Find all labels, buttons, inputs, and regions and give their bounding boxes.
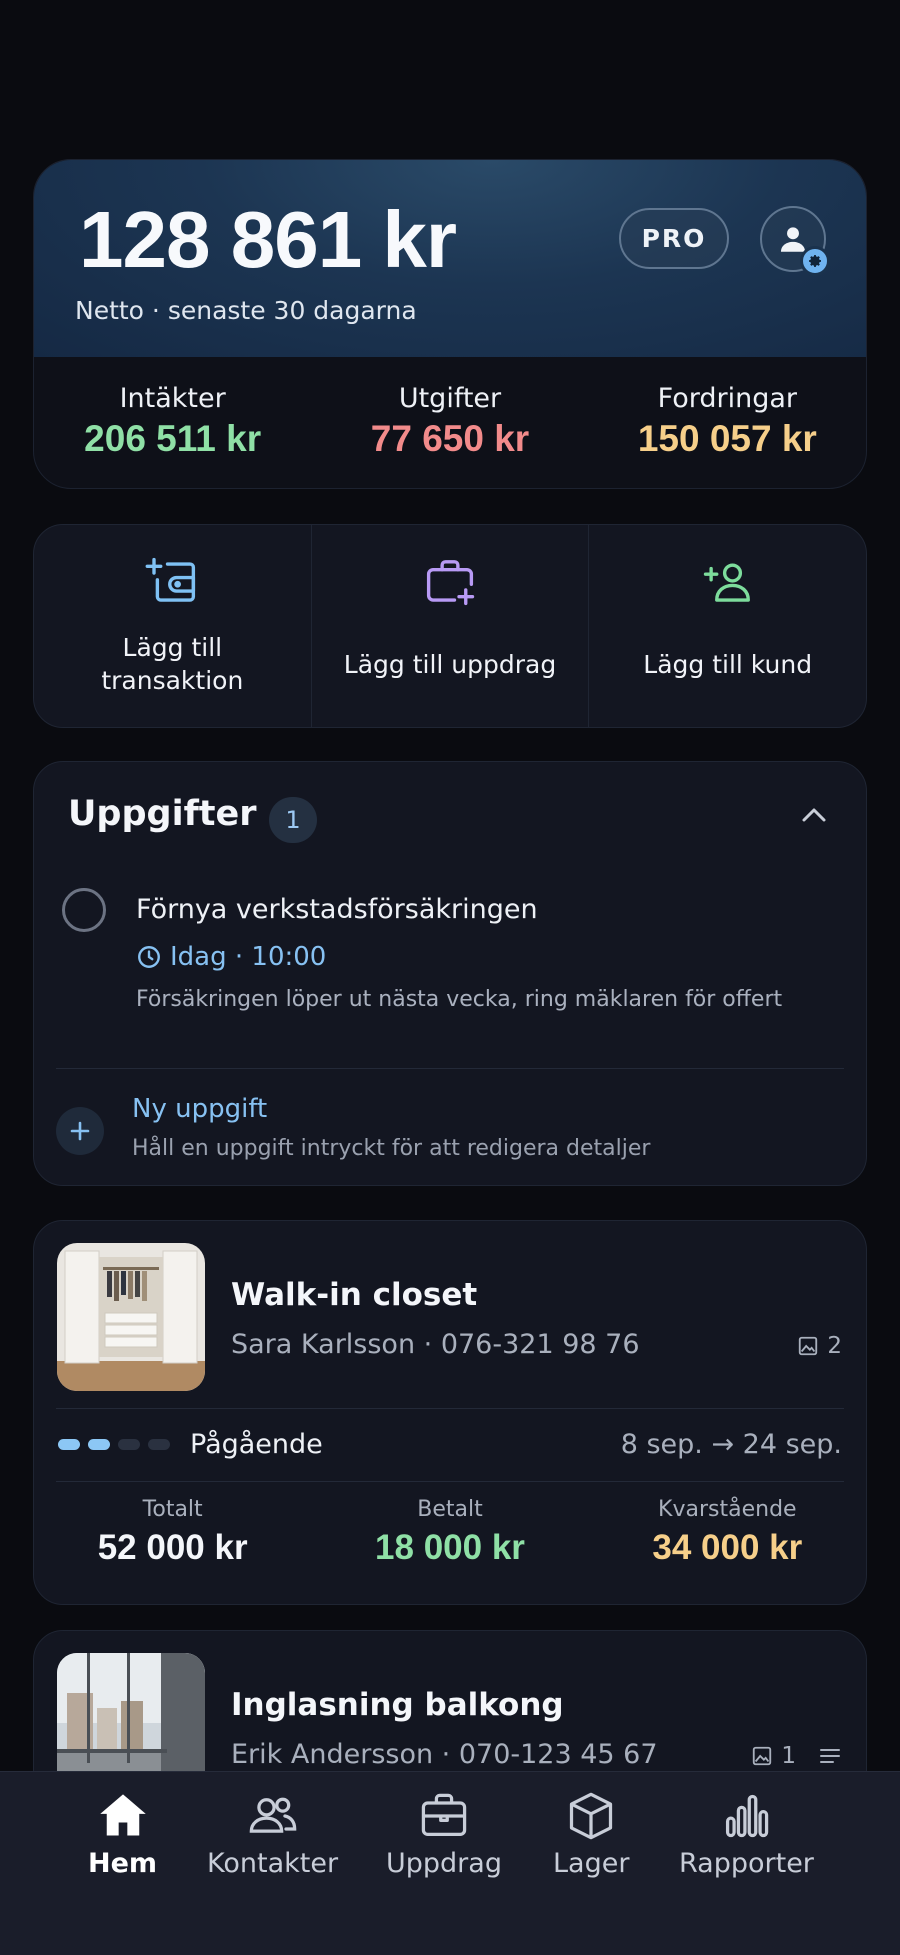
- progress-dot: [118, 1439, 140, 1450]
- contacts-icon: [247, 1786, 299, 1846]
- nav-label: Uppdrag: [386, 1848, 502, 1879]
- nav-reports[interactable]: Rapporter: [679, 1786, 814, 1879]
- nav-jobs[interactable]: Uppdrag: [386, 1786, 502, 1879]
- add-transaction-button[interactable]: Lägg till transaktion: [34, 525, 311, 727]
- stat-label: Intäkter: [119, 383, 226, 414]
- money-total: Totalt 52 000 kr: [34, 1497, 311, 1568]
- briefcase-icon: [418, 1786, 470, 1846]
- nav-contacts[interactable]: Kontakter: [207, 1786, 338, 1879]
- nav-label: Kontakter: [207, 1848, 339, 1879]
- photo-count: 1: [781, 1743, 796, 1769]
- net-amount: 128 861 kr: [79, 195, 457, 284]
- task-due-text: Idag · 10:00: [170, 942, 327, 972]
- money-value: 52 000 kr: [97, 1528, 248, 1567]
- nav-inventory[interactable]: Lager: [553, 1786, 629, 1879]
- money-label: Totalt: [142, 1497, 203, 1522]
- job-dates: 8 sep. → 24 sep.: [620, 1429, 842, 1460]
- task-due: Idag · 10:00: [136, 942, 326, 972]
- tasks-count-badge: 1: [269, 797, 317, 843]
- job-photo-count: 2: [797, 1333, 842, 1359]
- summary-card: 128 861 kr Netto · senaste 30 dagarna PR…: [33, 159, 867, 489]
- job-phone[interactable]: 076-321 98 76: [441, 1329, 640, 1360]
- nav-home[interactable]: Hem: [88, 1786, 157, 1879]
- pro-badge[interactable]: PRO: [619, 208, 729, 269]
- photo-count: 2: [827, 1333, 842, 1359]
- divider: [56, 1068, 844, 1069]
- add-job-button[interactable]: Lägg till uppdrag: [310, 525, 589, 727]
- tasks-title: Uppgifter: [68, 794, 257, 834]
- stat-label: Fordringar: [657, 383, 797, 414]
- task-checkbox[interactable]: [62, 888, 106, 932]
- job-customer[interactable]: Erik Andersson: [231, 1739, 433, 1770]
- stat-value: 206 511 kr: [84, 418, 262, 459]
- money-paid: Betalt 18 000 kr: [311, 1497, 588, 1568]
- quick-actions: Lägg till transaktion Lägg till uppdrag …: [33, 524, 867, 728]
- briefcase-add-icon: [423, 555, 477, 613]
- notes-icon: [820, 1749, 840, 1763]
- task-title[interactable]: Förnya verkstadsförsäkringen: [136, 894, 538, 925]
- nav-label: Lager: [553, 1848, 630, 1879]
- nav-label: Hem: [88, 1848, 158, 1879]
- divider: [56, 1408, 844, 1409]
- nav-label: Rapporter: [679, 1848, 814, 1879]
- net-subtitle: Netto · senaste 30 dagarna: [75, 296, 417, 325]
- stat-value: 150 057 kr: [637, 418, 817, 459]
- progress-dot: [148, 1439, 170, 1450]
- separator: ·: [441, 1739, 459, 1770]
- person-add-icon: [701, 555, 755, 613]
- job-status: Pågående: [190, 1429, 323, 1460]
- job-meta: Erik Andersson · 070-123 45 67: [231, 1739, 658, 1770]
- new-task-hint: Håll en uppgift intryckt för att rediger…: [132, 1136, 651, 1161]
- job-thumbnail: [57, 1243, 205, 1391]
- home-icon: [97, 1786, 149, 1846]
- gear-icon: [800, 246, 830, 276]
- divider: [56, 1481, 844, 1482]
- new-task-button[interactable]: Ny uppgift: [132, 1094, 267, 1124]
- plus-icon[interactable]: [56, 1107, 104, 1155]
- task-note: Försäkringen löper ut nästa vecka, ring …: [136, 987, 783, 1012]
- action-label: Lägg till kund: [643, 649, 813, 679]
- separator: ·: [423, 1329, 441, 1360]
- progress-dot: [88, 1439, 110, 1450]
- stat-income[interactable]: Intäkter 206 511 kr: [34, 383, 311, 460]
- progress-dot: [58, 1439, 80, 1450]
- bar-chart-icon: [720, 1786, 772, 1846]
- bottom-navigation: Hem Kontakter Uppdrag Lager Rapporter: [0, 1771, 900, 1955]
- stat-receivables[interactable]: Fordringar 150 057 kr: [589, 383, 866, 460]
- money-label: Kvarstående: [658, 1497, 797, 1522]
- money-value: 18 000 kr: [375, 1528, 525, 1567]
- summary-stats: Intäkter 206 511 kr Utgifter 77 650 kr F…: [34, 357, 866, 488]
- job-money: Totalt 52 000 kr Betalt 18 000 kr Kvarst…: [34, 1497, 866, 1568]
- job-photo-count: 1: [751, 1743, 842, 1769]
- add-customer-button[interactable]: Lägg till kund: [588, 525, 866, 727]
- box-icon: [565, 1786, 617, 1846]
- job-title: Walk-in closet: [231, 1277, 478, 1313]
- tasks-card: Uppgifter 1 Förnya verkstadsförsäkringen…: [33, 761, 867, 1186]
- job-card[interactable]: Walk-in closet Sara Karlsson · 076-321 9…: [33, 1220, 867, 1605]
- receipt-add-icon: [145, 555, 199, 613]
- money-remaining: Kvarstående 34 000 kr: [589, 1497, 866, 1568]
- money-label: Betalt: [417, 1497, 483, 1522]
- image-icon: [799, 1336, 818, 1356]
- job-meta: Sara Karlsson · 076-321 98 76: [231, 1329, 640, 1360]
- stat-value: 77 650 kr: [370, 418, 530, 459]
- image-icon: [753, 1746, 772, 1766]
- clock-icon: [138, 946, 160, 968]
- chevron-up-icon[interactable]: [800, 806, 828, 828]
- action-label: Lägg till uppdrag: [343, 649, 557, 679]
- money-value: 34 000 kr: [652, 1528, 803, 1567]
- stat-label: Utgifter: [398, 383, 502, 414]
- job-customer[interactable]: Sara Karlsson: [231, 1329, 415, 1360]
- job-phone[interactable]: 070-123 45 67: [459, 1739, 658, 1770]
- stat-expenses[interactable]: Utgifter 77 650 kr: [311, 383, 588, 460]
- summary-header: 128 861 kr Netto · senaste 30 dagarna PR…: [34, 160, 866, 357]
- profile-settings-button[interactable]: [760, 206, 830, 276]
- progress-dots: [58, 1439, 170, 1450]
- job-title: Inglasning balkong: [231, 1687, 564, 1723]
- action-label: Lägg till transaktion: [101, 633, 244, 695]
